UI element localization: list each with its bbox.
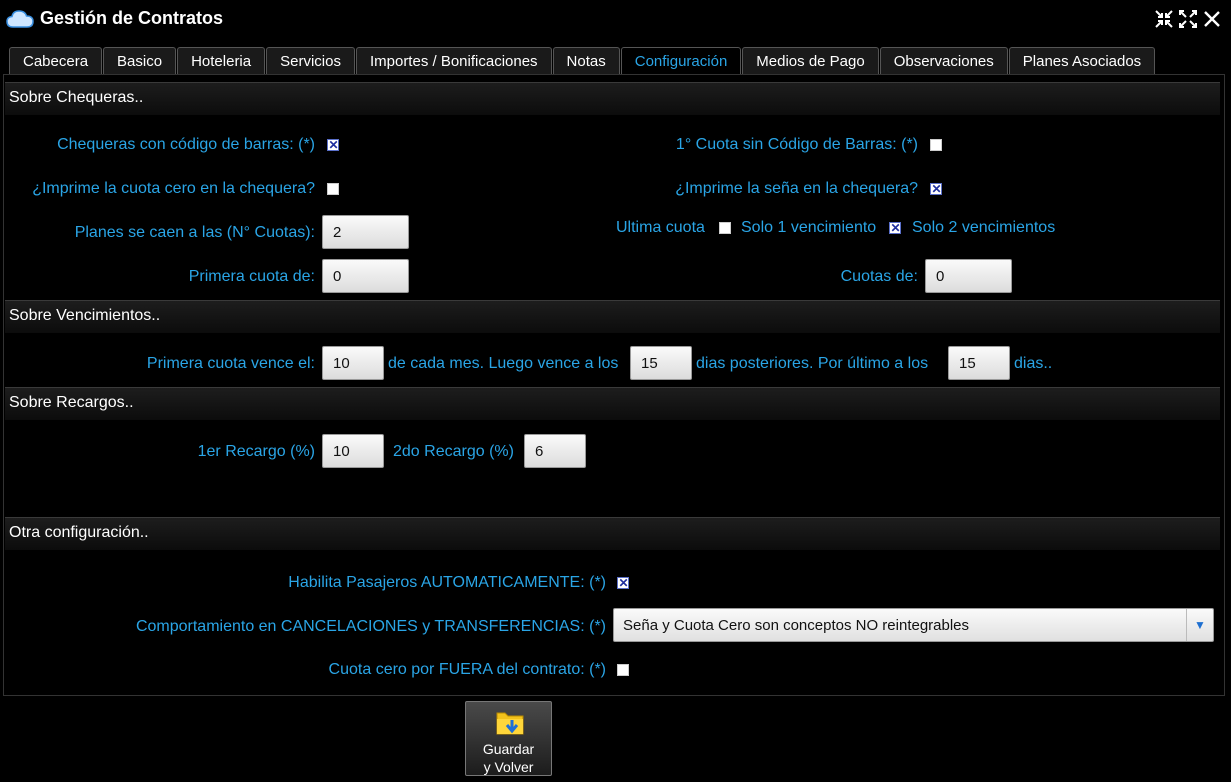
luego-input[interactable] [630, 346, 692, 380]
section-title: Sobre Vencimientos.. [9, 307, 161, 324]
section-header-recargos: Sobre Recargos.. [5, 387, 1220, 420]
recargo1-input[interactable] [322, 434, 384, 468]
pasajeros-checkbox[interactable] [617, 575, 629, 591]
recargo2-label: 2do Recargo (%) [393, 443, 514, 460]
expand-icon[interactable] [1179, 8, 1197, 30]
print-zero-checkbox[interactable] [327, 183, 339, 195]
close-icon[interactable] [1203, 8, 1221, 30]
posteriores-label: dias posteriores. Por último a los [696, 355, 929, 372]
cuota-fuera-label: Cuota cero por FUERA del contrato: (*) [328, 661, 606, 678]
barcode-checkbox[interactable] [327, 137, 339, 153]
folder-save-icon [496, 708, 524, 743]
section-title: Otra configuración.. [9, 524, 149, 541]
section-header-chequeras: Sobre Chequeras.. [5, 82, 1220, 115]
tab-hoteleria[interactable]: Hoteleria [177, 47, 266, 74]
ultima-cuota-label: Ultima cuota [616, 219, 705, 236]
primera-cuota-label: Primera cuota de: [188, 268, 315, 285]
print-zero-label: ¿Imprime la cuota cero en la chequera? [32, 180, 315, 197]
window-titlebar: Gestión de Contratos [0, 0, 1231, 40]
primera-cuota-input[interactable] [322, 259, 409, 293]
cuota-fuera-checkbox[interactable] [617, 664, 629, 676]
primera-vence-input[interactable] [322, 346, 384, 380]
comportamiento-label: Comportamiento en CANCELACIONES y TRANSF… [135, 618, 606, 635]
tab-notas[interactable]: Notas [552, 47, 620, 74]
barcode-label: Chequeras con código de barras: (*) [57, 136, 315, 153]
dias-label: dias.. [1014, 355, 1053, 372]
cuotas-de-input[interactable] [925, 259, 1012, 293]
ultima-cuota-checkbox[interactable] [719, 222, 731, 234]
configuracion-panel [3, 74, 1225, 696]
tab-importes-bonificaciones[interactable]: Importes / Bonificaciones [355, 47, 552, 74]
solo1-label: Solo 1 vencimiento [741, 219, 877, 236]
recargo1-label: 1er Recargo (%) [197, 443, 315, 460]
cloud-icon [6, 9, 34, 34]
tab-basico[interactable]: Basico [103, 47, 177, 74]
tab-observaciones[interactable]: Observaciones [879, 47, 1008, 74]
section-title: Sobre Chequeras.. [9, 89, 144, 106]
print-sena-label: ¿Imprime la seña en la chequera? [675, 180, 918, 197]
comportamiento-select[interactable]: Seña y Cuota Cero son conceptos NO reint… [613, 608, 1214, 642]
planes-caen-label: Planes se caen a las (N° Cuotas): [74, 224, 315, 241]
section-header-otra: Otra configuración.. [5, 517, 1220, 550]
section-header-vencimientos: Sobre Vencimientos.. [5, 300, 1220, 333]
collapse-icon[interactable] [1155, 8, 1173, 30]
save-label-line2: y Volver [483, 759, 534, 775]
cuotas-de-label: Cuotas de: [840, 268, 918, 285]
recargo2-input[interactable] [524, 434, 586, 468]
tab-bar: Cabecera Basico Hoteleria Servicios Impo… [9, 47, 1156, 75]
solo1-checkbox[interactable] [889, 220, 901, 236]
first-no-barcode-label: 1° Cuota sin Código de Barras: (*) [675, 136, 918, 153]
pasajeros-label: Habilita Pasajeros AUTOMATICAMENTE: (*) [288, 574, 606, 591]
planes-caen-input[interactable] [322, 215, 409, 249]
tab-medios-de-pago[interactable]: Medios de Pago [742, 47, 879, 74]
section-title: Sobre Recargos.. [9, 394, 134, 411]
save-and-return-button[interactable]: Guardar y Volver [465, 701, 552, 776]
ultimo-input[interactable] [948, 346, 1010, 380]
tab-planes-asociados[interactable]: Planes Asociados [1008, 47, 1156, 74]
tab-servicios[interactable]: Servicios [266, 47, 355, 74]
tab-configuracion[interactable]: Configuración [620, 47, 742, 75]
chevron-down-icon[interactable]: ▼ [1186, 609, 1213, 641]
solo2-label: Solo 2 vencimientos [912, 219, 1056, 236]
print-sena-checkbox[interactable] [930, 181, 942, 197]
window-title: Gestión de Contratos [40, 8, 224, 28]
comportamiento-selected-value: Seña y Cuota Cero son conceptos NO reint… [623, 617, 970, 634]
save-label-line1: Guardar [482, 741, 535, 757]
luego-label: de cada mes. Luego vence a los [388, 355, 619, 372]
primera-vence-label: Primera cuota vence el: [146, 355, 315, 372]
first-no-barcode-checkbox[interactable] [930, 139, 942, 151]
tab-cabecera[interactable]: Cabecera [9, 47, 103, 74]
